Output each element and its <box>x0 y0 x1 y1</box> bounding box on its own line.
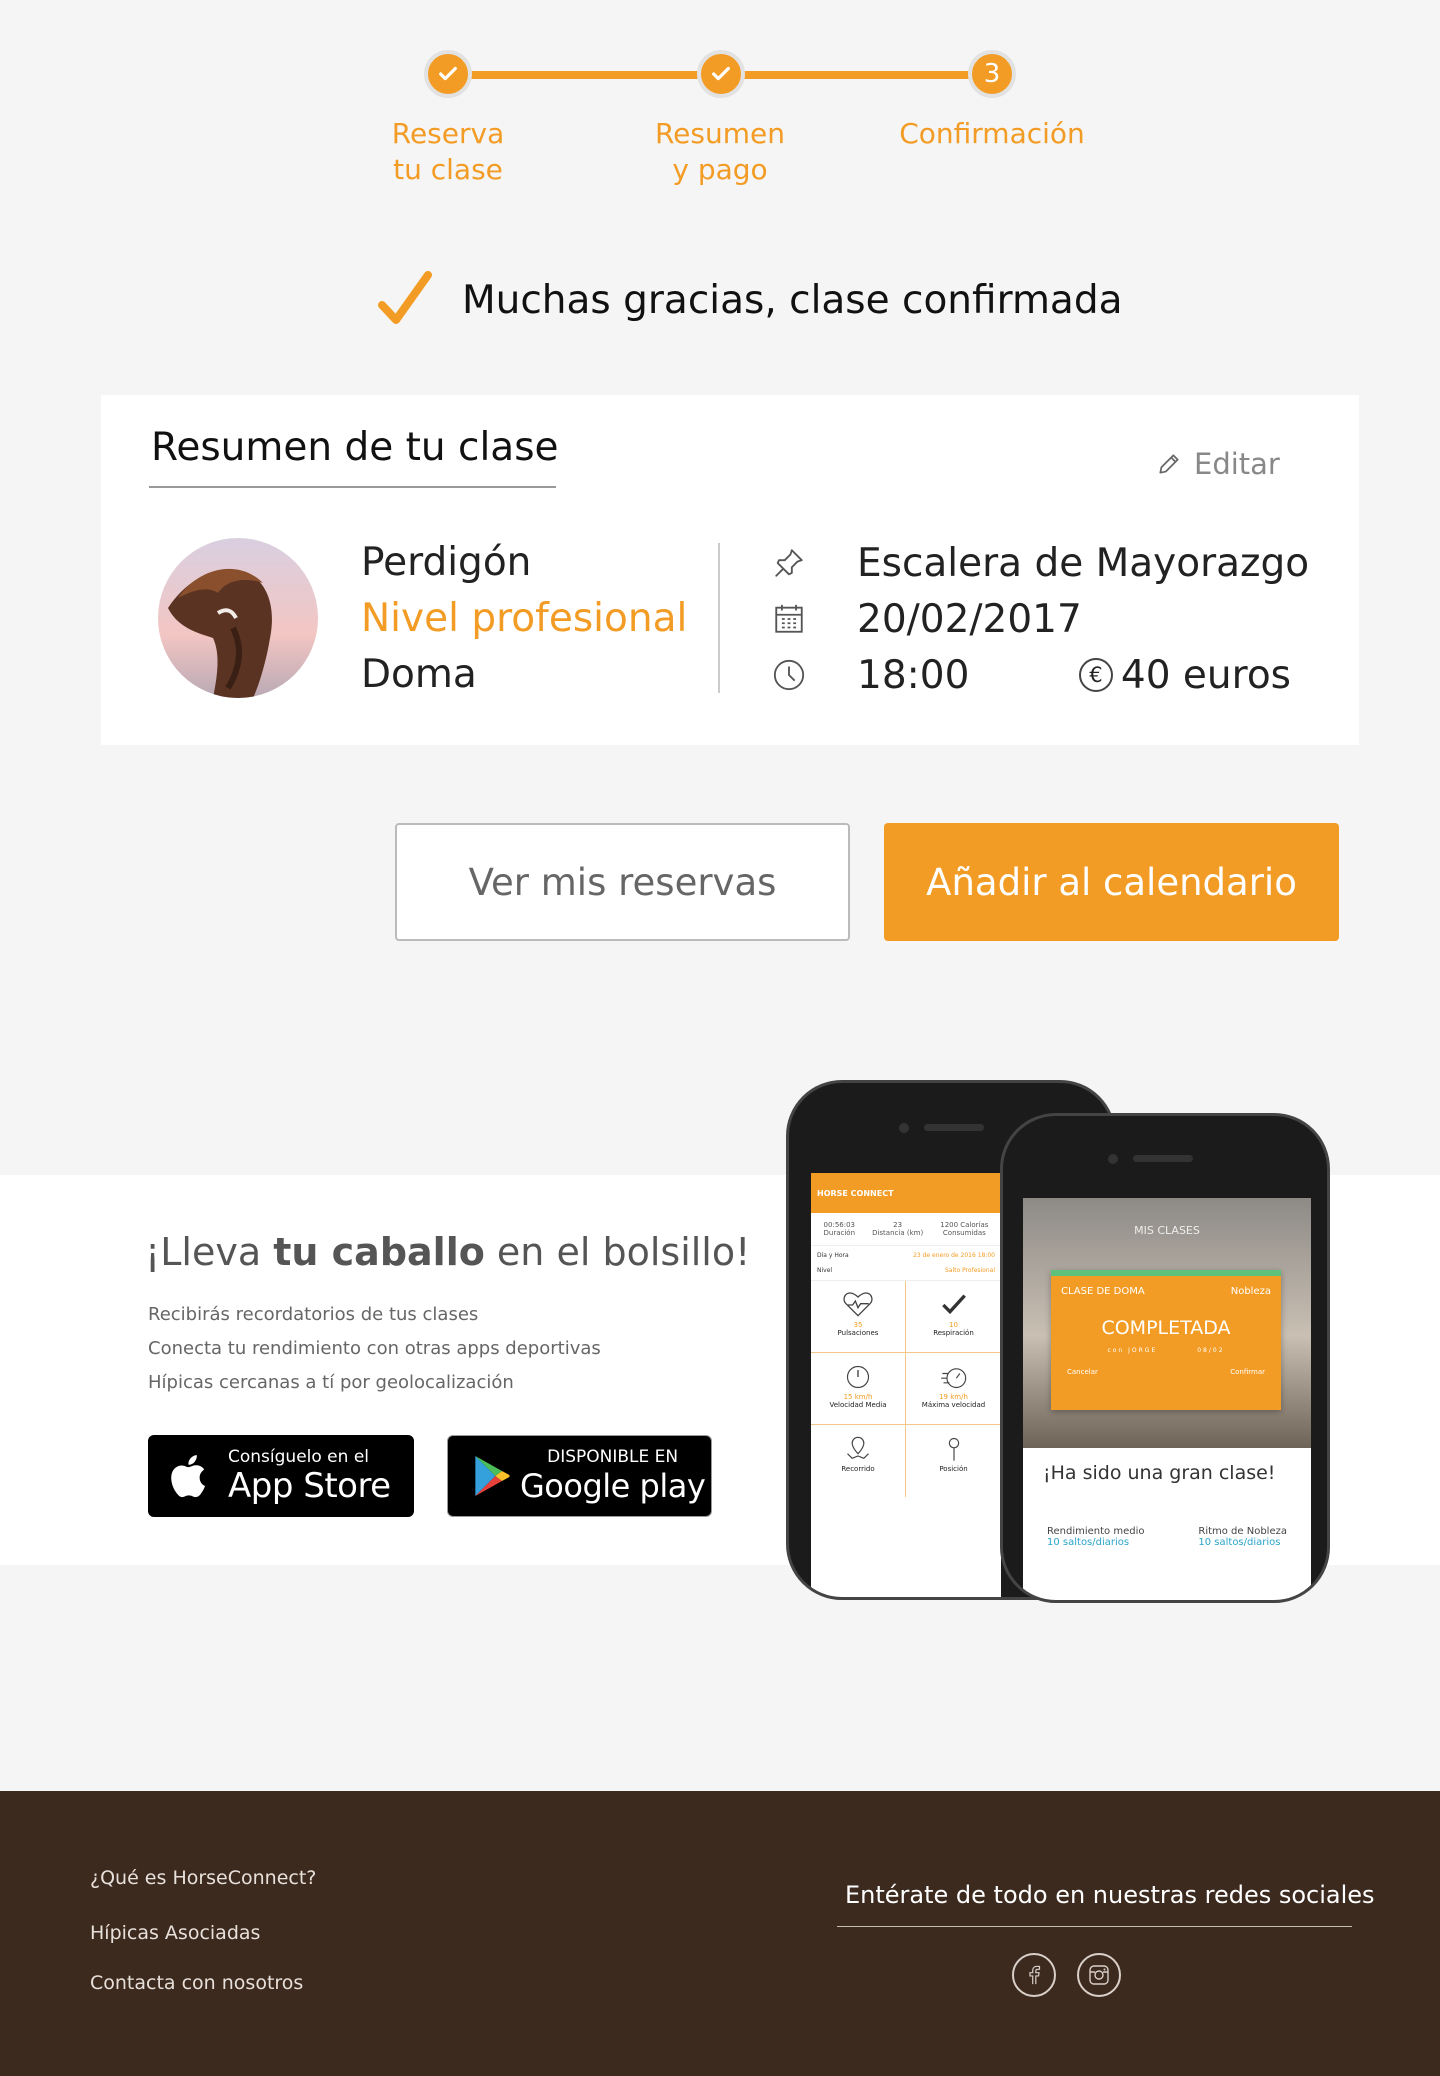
class-summary-card: Resumen de tu clase Editar Perdigón Nive… <box>101 395 1359 745</box>
googleplay-top: DISPONIBLE EN <box>547 1447 679 1467</box>
location-pin-icon <box>948 1437 959 1461</box>
title-underline <box>149 486 556 488</box>
class-details: Escalera de Mayorazgo 20/02/2017 18:00 €… <box>771 535 1331 703</box>
horse-name: Perdigón <box>361 540 532 585</box>
time-row: 18:00 € 40 euros <box>771 647 1331 703</box>
apple-icon <box>171 1455 205 1498</box>
site-footer: ¿Qué es HorseConnect? Hípicas Asociadas … <box>0 1791 1440 2076</box>
phone-mockup-front: MIS CLASES CLASE DE DOMA Nobleza COMPLET… <box>1000 1113 1330 1603</box>
footer-link-contact[interactable]: Contacta con nosotros <box>90 1972 303 1994</box>
map-icon <box>847 1436 869 1460</box>
app-brand: HORSE CONNECT <box>817 1188 894 1198</box>
google-play-button[interactable]: DISPONIBLE EN Google play <box>447 1435 712 1517</box>
instagram-icon[interactable] <box>1077 1953 1121 1997</box>
add-to-calendar-button[interactable]: Añadir al calendario <box>884 823 1339 941</box>
step-2-label: Resumen y pago <box>654 117 785 186</box>
screen-title: MIS CLASES <box>1134 1224 1200 1237</box>
check-icon <box>941 1294 966 1315</box>
facebook-icon[interactable] <box>1012 1953 1056 1997</box>
horse-level: Nivel profesional <box>361 596 688 641</box>
horse-avatar <box>158 538 318 698</box>
promo-feature: Recibirás recordatorios de tus clases <box>148 1304 479 1325</box>
step-1-label: Reserva tu clase <box>391 117 505 186</box>
step-2-circle <box>697 50 745 98</box>
edit-label: Editar <box>1194 447 1280 481</box>
appstore-big: App Store <box>228 1466 391 1506</box>
horse-info: Perdigón Nivel profesional Doma <box>361 535 687 703</box>
pin-icon <box>771 545 807 581</box>
app-store-button[interactable]: Consíguelo en el App Store <box>148 1435 414 1517</box>
card-divider <box>718 543 720 693</box>
promo-title: ¡Lleva tu caballo en el bolsillo! <box>145 1230 751 1274</box>
step-3-label: Confirmación <box>899 117 1085 150</box>
class-message: ¡Ha sido una gran clase! <box>1043 1462 1276 1484</box>
stopwatch-icon <box>940 1368 966 1389</box>
step-3-circle: 3 <box>968 50 1016 98</box>
promo-feature: Conecta tu rendimiento con otras apps de… <box>148 1338 601 1359</box>
horse-discipline: Doma <box>361 652 477 697</box>
pencil-icon <box>1159 454 1179 474</box>
heart-rate-icon <box>843 1292 873 1317</box>
appstore-top: Consíguelo en el <box>228 1447 369 1467</box>
location-text: Escalera de Mayorazgo <box>857 540 1310 586</box>
euro-icon: € <box>1078 658 1113 692</box>
time-text: 18:00 <box>857 652 970 698</box>
check-icon <box>712 66 730 81</box>
footer-link-about[interactable]: ¿Qué es HorseConnect? <box>90 1867 316 1889</box>
confirmation-text: Muchas gracias, clase confirmada <box>462 277 1123 323</box>
clock-icon <box>771 657 807 693</box>
edit-link[interactable]: Editar <box>1156 447 1280 481</box>
app-promo-section: ¡Lleva tu caballo en el bolsillo! Recibi… <box>0 1080 1440 1603</box>
step-3-number: 3 <box>983 59 1001 89</box>
location-row: Escalera de Mayorazgo <box>771 535 1331 591</box>
progress-stepper: 3 Reserva tu clase Resumen y pago Confir… <box>0 50 1440 200</box>
date-text: 20/02/2017 <box>857 596 1082 642</box>
checkmark-icon <box>378 271 432 324</box>
footer-link-stables[interactable]: Hípicas Asociadas <box>90 1922 260 1944</box>
speed-icon <box>846 1365 870 1389</box>
confirmation-message: Muchas gracias, clase confirmada <box>370 265 1123 335</box>
google-play-icon <box>475 1456 510 1496</box>
social-divider <box>837 1926 1352 1927</box>
step-1-circle <box>424 50 472 98</box>
view-bookings-button[interactable]: Ver mis reservas <box>395 823 850 941</box>
promo-features: Recibirás recordatorios de tus clases Co… <box>148 1298 601 1400</box>
social-title: Entérate de todo en nuestras redes socia… <box>845 1881 1375 1909</box>
card-title: Resumen de tu clase <box>151 425 559 470</box>
price: € 40 euros <box>1078 652 1291 698</box>
check-icon <box>439 66 457 81</box>
promo-feature: Hípicas cercanas a tí por geolocalizació… <box>148 1372 514 1393</box>
price-text: 40 euros <box>1120 652 1291 698</box>
googleplay-big: Google play <box>520 1467 706 1505</box>
date-row: 20/02/2017 <box>771 591 1331 647</box>
calendar-icon <box>771 601 807 637</box>
